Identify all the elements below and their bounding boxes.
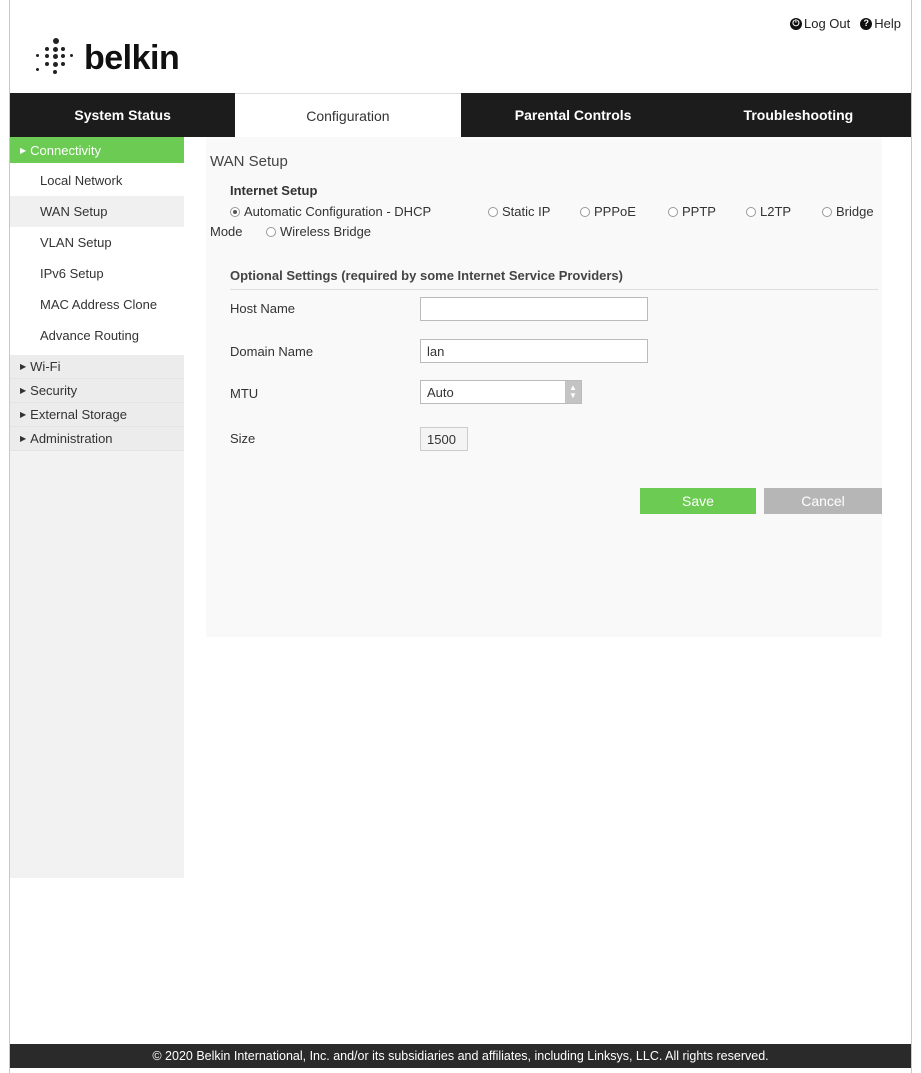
divider [230, 289, 878, 290]
logout-label: Log Out [803, 16, 851, 31]
radio-checked-icon [230, 206, 240, 217]
radio-unchecked-icon [668, 206, 678, 217]
main-tabs: System Status Configuration Parental Con… [10, 93, 911, 137]
router-admin-page: belkin ⏻ Log Out ? Help System Status Co… [9, 0, 912, 1073]
radio-pptp[interactable]: PPTP [668, 204, 716, 219]
radio-label: PPTP [682, 204, 716, 219]
logo-wordmark: belkin [84, 38, 180, 77]
radio-label: Static IP [502, 204, 551, 219]
belkin-logo: belkin [34, 38, 180, 78]
radio-static-ip[interactable]: Static IP [488, 204, 550, 219]
radio-wireless-bridge[interactable]: Wireless Bridge [266, 224, 371, 239]
tab-system-status[interactable]: System Status [10, 93, 236, 137]
mtu-selected-value: Auto [427, 385, 454, 400]
mtu-label: MTU [230, 386, 259, 401]
help-label: Help [874, 16, 901, 31]
header-links: ⏻ Log Out ? Help [789, 16, 901, 31]
sidebar-item-security[interactable]: ▶ Security [10, 379, 184, 403]
tab-configuration[interactable]: Configuration [235, 93, 461, 137]
updown-arrows-icon: ▲ ▼ [565, 381, 581, 403]
save-button[interactable]: Save [640, 488, 756, 514]
sidebar-item-administration[interactable]: ▶ Administration [10, 427, 184, 451]
help-link[interactable]: ? Help [860, 16, 901, 31]
power-icon: ⏻ [789, 17, 802, 30]
main-content: WAN Setup Internet Setup Automatic Confi… [206, 137, 882, 637]
page-title: WAN Setup [210, 153, 288, 170]
caret-right-icon: ▶ [20, 434, 27, 443]
size-value: 1500 [420, 427, 468, 451]
host-name-label: Host Name [230, 301, 296, 316]
radio-label: Automatic Configuration - DHCP [244, 204, 432, 219]
sidebar: ▶ Connectivity Local Network WAN Setup V… [10, 137, 184, 878]
sidebar-item-mac-address-clone[interactable]: MAC Address Clone [10, 289, 184, 320]
radio-unchecked-icon [746, 206, 756, 217]
caret-right-icon: ▶ [20, 362, 27, 371]
radio-unchecked-icon [488, 206, 498, 217]
sidebar-item-external-storage[interactable]: ▶ External Storage [10, 403, 184, 427]
sidebar-item-label: Wi-Fi [30, 359, 61, 374]
radio-label: PPPoE [594, 204, 636, 219]
caret-right-icon: ▶ [20, 386, 27, 395]
sidebar-item-label: Connectivity [30, 142, 101, 158]
radio-unchecked-icon [580, 206, 590, 217]
radio-bridge-mode[interactable]: Bridge [822, 204, 874, 219]
radio-unchecked-icon [822, 206, 832, 217]
belkin-logo-icon [34, 38, 76, 78]
logout-link[interactable]: ⏻ Log Out [789, 16, 851, 31]
tab-troubleshooting[interactable]: Troubleshooting [685, 93, 911, 137]
radio-label: Bridge [836, 204, 874, 219]
optional-settings-heading: Optional Settings (required by some Inte… [230, 268, 623, 283]
sidebar-item-wifi[interactable]: ▶ Wi-Fi [10, 355, 184, 379]
caret-right-icon: ▶ [20, 145, 27, 155]
sidebar-item-label: External Storage [30, 407, 127, 422]
question-icon: ? [860, 17, 873, 30]
radio-pppoe[interactable]: PPPoE [580, 204, 636, 219]
sidebar-item-local-network[interactable]: Local Network [10, 165, 184, 196]
domain-name-label: Domain Name [230, 344, 314, 359]
size-label: Size [230, 431, 256, 446]
radio-label: Wireless Bridge [280, 224, 372, 239]
host-name-input[interactable] [420, 297, 648, 321]
domain-name-input[interactable] [420, 339, 648, 363]
sidebar-item-advance-routing[interactable]: Advance Routing [10, 320, 184, 351]
sidebar-item-wan-setup[interactable]: WAN Setup [10, 196, 184, 227]
sidebar-item-ipv6-setup[interactable]: IPv6 Setup [10, 258, 184, 289]
radio-label: L2TP [760, 204, 792, 219]
mtu-select[interactable]: Auto ▲ ▼ [420, 380, 582, 404]
bridge-mode-label-continued: Mode [210, 224, 243, 239]
sidebar-item-label: Administration [30, 431, 113, 446]
page-header: belkin ⏻ Log Out ? Help [10, 0, 911, 93]
sidebar-item-label: Security [30, 383, 78, 398]
radio-l2tp[interactable]: L2TP [746, 204, 791, 219]
radio-dhcp[interactable]: Automatic Configuration - DHCP [230, 204, 431, 219]
tab-parental-controls[interactable]: Parental Controls [460, 93, 686, 137]
internet-setup-heading: Internet Setup [230, 183, 318, 198]
cancel-button[interactable]: Cancel [764, 488, 882, 514]
radio-unchecked-icon [266, 226, 276, 237]
connectivity-submenu: Local Network WAN Setup VLAN Setup IPv6 … [10, 163, 184, 355]
page-footer: © 2020 Belkin International, Inc. and/or… [10, 1044, 911, 1068]
sidebar-item-connectivity[interactable]: ▶ Connectivity [10, 137, 184, 163]
sidebar-item-vlan-setup[interactable]: VLAN Setup [10, 227, 184, 258]
caret-right-icon: ▶ [20, 410, 27, 419]
